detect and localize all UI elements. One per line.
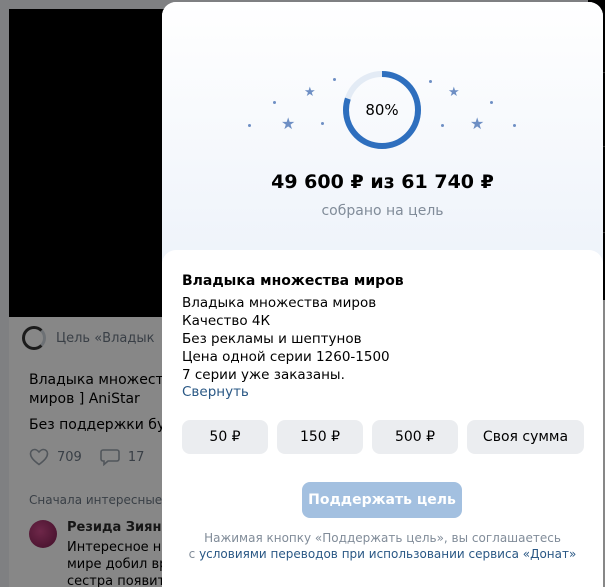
goal-title: Владыка множества миров	[182, 273, 404, 289]
sparkle-dot	[429, 80, 432, 83]
progress-percent: 80%	[365, 101, 399, 119]
amount-option-500[interactable]: 500 ₽	[372, 420, 458, 454]
star-icon: ★	[281, 114, 296, 133]
description-line: Без рекламы и шептунов	[182, 331, 362, 347]
amount-separator: из	[370, 171, 395, 193]
goal-progress-ring: 80%	[342, 70, 422, 150]
amount-option-50[interactable]: 50 ₽	[182, 420, 268, 454]
donation-goal-modal: ★ ★ ★ ★ 80% 49 600 ₽ из 61 740 ₽ собрано…	[162, 2, 603, 587]
sparkle-dot	[441, 124, 444, 127]
collapse-link[interactable]: Свернуть	[182, 384, 249, 400]
legal-notice: Нажимая кнопку «Поддержать цель», вы сог…	[162, 530, 603, 562]
description-line: Владыка множества миров	[182, 295, 377, 311]
amount-subtitle: собрано на цель	[321, 203, 444, 219]
star-icon: ★	[470, 114, 485, 133]
star-icon: ★	[304, 85, 316, 100]
sparkle-dot	[333, 78, 336, 81]
legal-line: с условиями переводов при использовании …	[162, 546, 603, 562]
goal-progress-header: ★ ★ ★ ★ 80% 49 600 ₽ из 61 740 ₽ собрано…	[162, 2, 603, 262]
legal-line: Нажимая кнопку «Поддержать цель», вы сог…	[204, 531, 561, 545]
transfer-terms-link[interactable]: условиями переводов при использовании се…	[199, 547, 576, 561]
sparkle-dot	[513, 124, 516, 127]
custom-amount-button[interactable]: Своя сумма	[467, 420, 584, 454]
goal-details-sheet: Владыка множества миров Владыка множеств…	[162, 250, 603, 587]
amount-options: 50 ₽ 150 ₽ 500 ₽ Своя сумма	[182, 420, 584, 454]
sparkle-dot	[273, 101, 276, 104]
description-line: 7 серии уже заказаны.	[182, 367, 345, 383]
star-icon: ★	[448, 85, 460, 100]
amount-option-150[interactable]: 150 ₽	[277, 420, 363, 454]
sparkle-dot	[321, 122, 324, 125]
amount-goal: 61 740 ₽	[401, 171, 494, 193]
sparkle-dot	[490, 101, 493, 104]
sparkle-dot	[248, 124, 251, 127]
support-goal-button[interactable]: Поддержать цель	[302, 482, 462, 518]
amount-collected: 49 600 ₽	[271, 171, 364, 193]
legal-prefix: с	[188, 547, 200, 561]
goal-description: Владыка множества миров Качество 4К Без …	[182, 294, 390, 384]
description-line: Цена одной серии 1260-1500	[182, 349, 390, 365]
description-line: Качество 4К	[182, 313, 271, 329]
amount-collected-row: 49 600 ₽ из 61 740 ₽	[162, 171, 603, 193]
